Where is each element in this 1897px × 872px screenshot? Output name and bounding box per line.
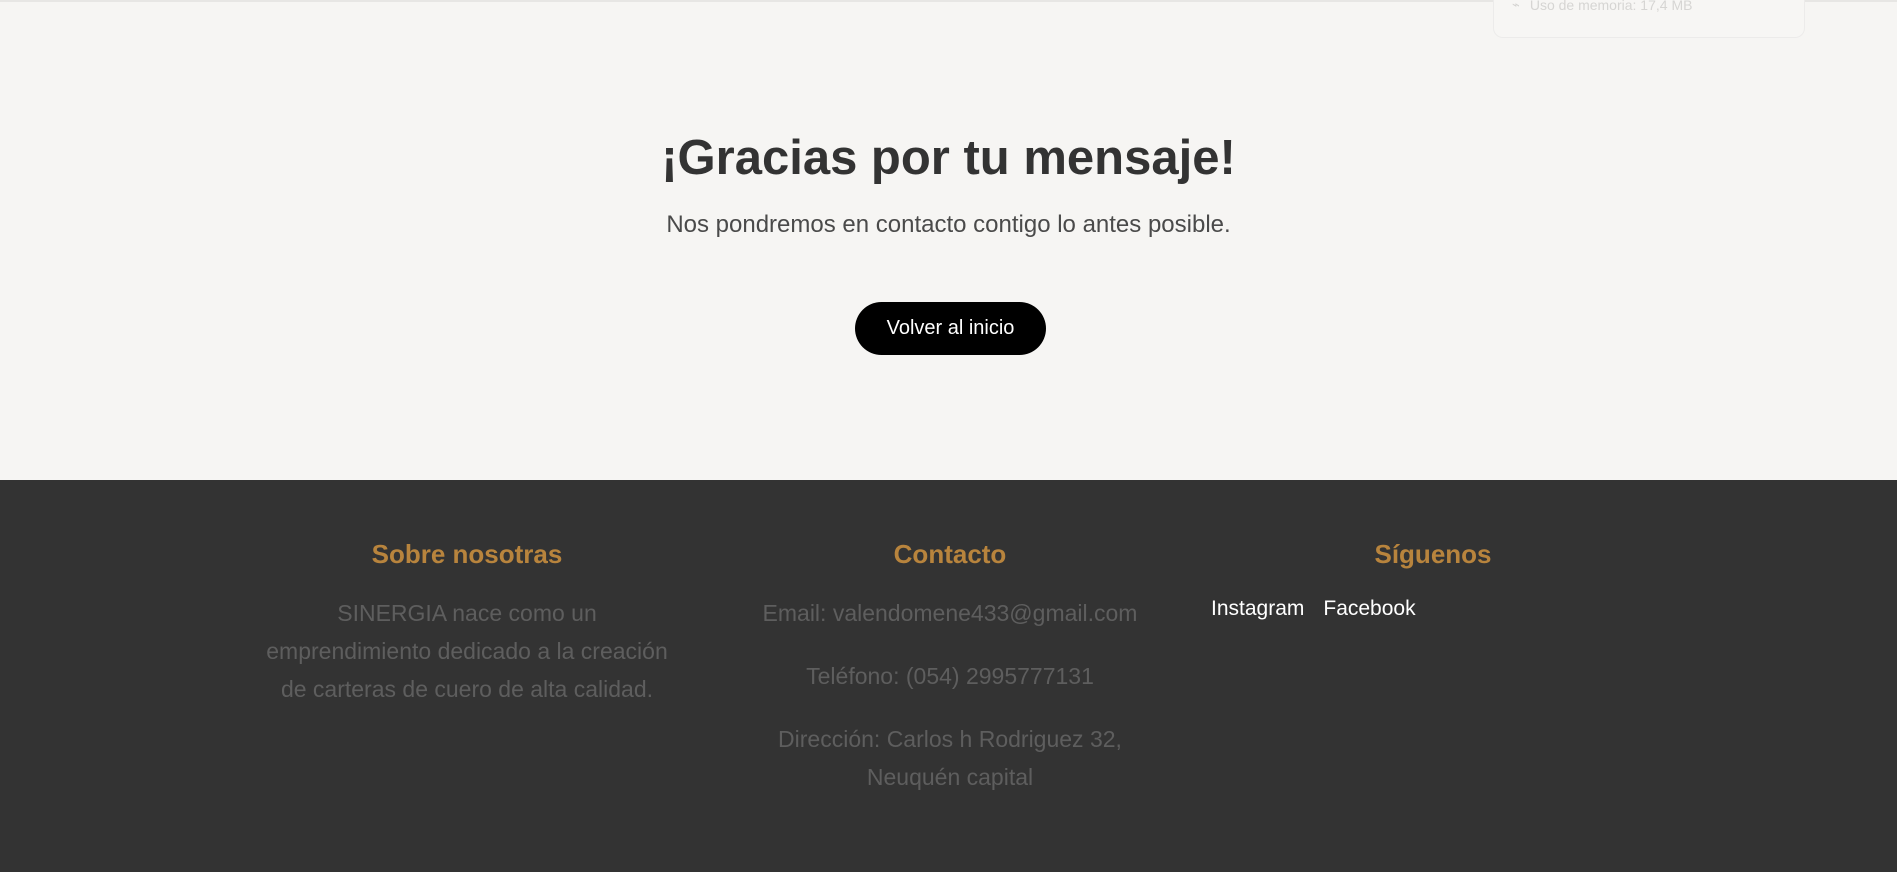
instagram-link[interactable]: Instagram [1211,596,1304,622]
about-column: Sobre nosotras SINERGIA nace como un emp… [252,538,682,708]
about-text: SINERGIA nace como un emprendimiento ded… [266,600,668,702]
contact-phone: Teléfono: (054) 2995777131 [806,663,1094,689]
follow-heading: Síguenos [1374,539,1492,569]
contact-column: Contacto Email: valendomene433@gmail.com… [735,538,1165,796]
page-title: ¡Gracias por tu mensaje! [661,131,1236,185]
site-footer: Sobre nosotras SINERGIA nace como un emp… [0,480,1897,872]
back-home-button[interactable]: Volver al inicio [855,302,1046,355]
contact-email: Email: valendomene433@gmail.com [762,600,1138,626]
social-links: Instagram Facebook [1211,596,1416,622]
contact-address: Dirección: Carlos h Rodriguez 32, Neuqué… [778,726,1122,790]
about-heading: Sobre nosotras [371,539,563,569]
facebook-link[interactable]: Facebook [1323,596,1415,622]
follow-column: Síguenos [1218,538,1648,570]
thank-you-section: ¡Gracias por tu mensaje! Nos pondremos e… [0,2,1897,480]
confirmation-message: Nos pondremos en contacto contigo lo ant… [666,211,1231,238]
contact-heading: Contacto [893,539,1007,569]
